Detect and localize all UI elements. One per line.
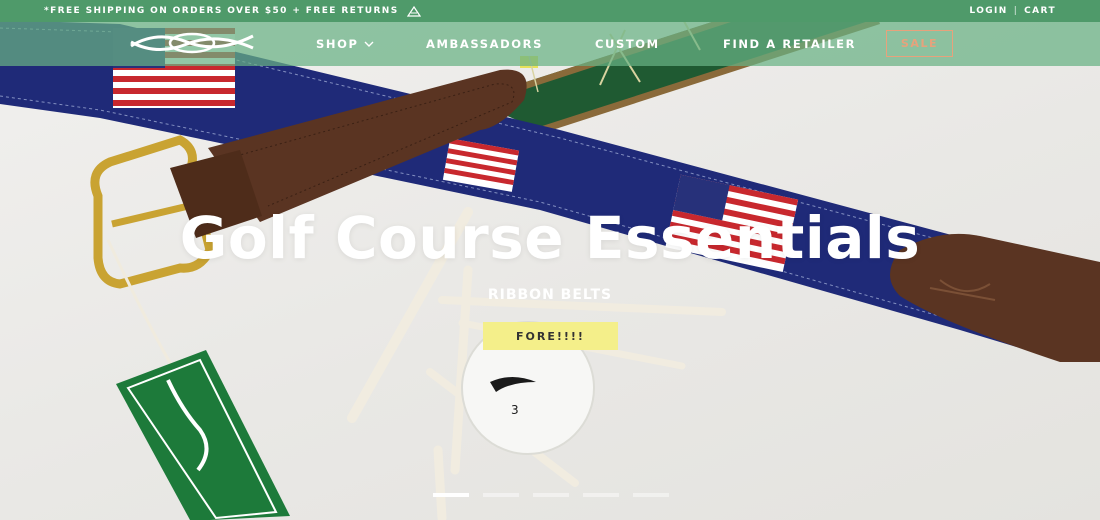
slide-dot-3[interactable]	[533, 493, 569, 497]
main-navigation: SHOP AMBASSADORS CUSTOM FIND A RETAILER …	[0, 22, 1100, 66]
promo-message: *FREE SHIPPING ON ORDERS OVER $50 + FREE…	[44, 5, 421, 17]
chevron-down-icon	[364, 41, 374, 47]
slide-dot-1[interactable]	[433, 493, 469, 497]
svg-text:3: 3	[511, 403, 519, 417]
sale-button[interactable]: SALE	[886, 30, 953, 57]
nav-custom[interactable]: CUSTOM	[595, 22, 660, 66]
slide-dot-2[interactable]	[483, 493, 519, 497]
promo-text: *FREE SHIPPING ON ORDERS OVER $50 + FREE…	[44, 6, 399, 16]
nav-shop-label: SHOP	[316, 37, 359, 51]
nav-shop[interactable]: SHOP	[316, 22, 374, 66]
account-separator: |	[1013, 6, 1019, 16]
login-link[interactable]: LOGIN	[969, 6, 1007, 16]
hero-subtitle: RIBBON BELTS	[487, 287, 613, 303]
cart-link[interactable]: CART	[1024, 6, 1056, 16]
promo-bar: *FREE SHIPPING ON ORDERS OVER $50 + FREE…	[0, 0, 1100, 22]
slider-indicators	[433, 493, 669, 497]
fore-cta-button[interactable]: FORE!!!!	[483, 322, 618, 350]
slide-dot-4[interactable]	[583, 493, 619, 497]
nav-ambassadors[interactable]: AMBASSADORS	[426, 22, 543, 66]
slide-dot-5[interactable]	[633, 493, 669, 497]
hero-title: Golf Course Essentials	[179, 204, 921, 272]
mountain-logo-icon	[406, 5, 421, 17]
knot-logo[interactable]	[127, 26, 257, 60]
account-links: LOGIN | CART	[969, 6, 1056, 16]
nav-find-a-retailer[interactable]: FIND A RETAILER	[723, 22, 856, 66]
